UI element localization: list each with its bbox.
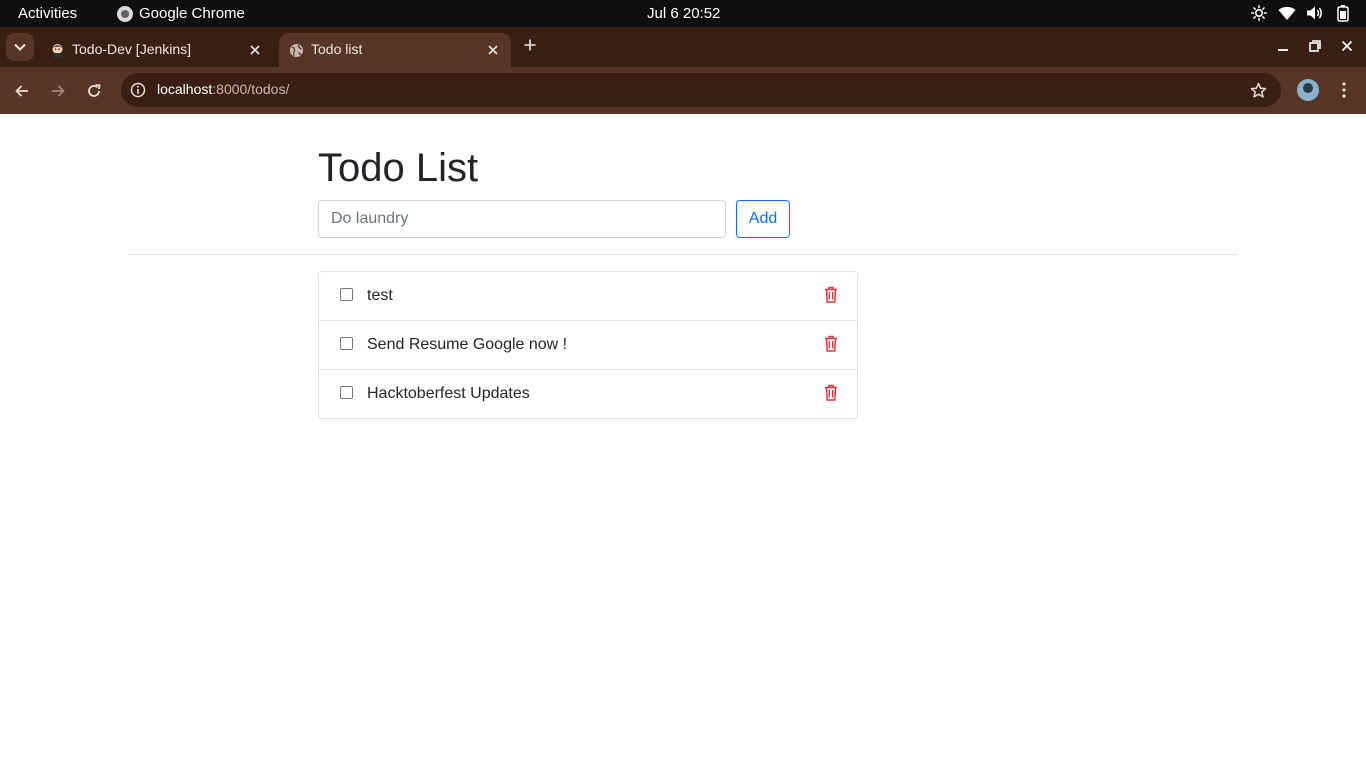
tab-strip: Todo-Dev [Jenkins] Todo list [0, 27, 1366, 67]
tab-jenkins[interactable]: Todo-Dev [Jenkins] [40, 33, 273, 67]
system-top-bar: Activities Google Chrome Jul 6 20:52 [0, 0, 1366, 27]
page-content: Todo List Add test Send Resume Google no… [0, 114, 1366, 768]
todo-checkbox[interactable] [340, 337, 353, 350]
info-icon[interactable] [128, 80, 148, 100]
jenkins-favicon [50, 43, 65, 58]
close-icon[interactable] [483, 40, 503, 60]
trash-icon[interactable] [822, 382, 840, 402]
url-host: localhost [157, 81, 213, 97]
clock[interactable]: Jul 6 20:52 [647, 5, 720, 22]
window-controls [1272, 35, 1358, 57]
list-item: Hacktoberfest Updates [319, 370, 857, 418]
forward-icon[interactable] [44, 77, 72, 105]
browser-toolbar: localhost:8000/todos/ [0, 67, 1366, 114]
close-icon[interactable] [245, 40, 265, 60]
app-menu[interactable]: Google Chrome [117, 5, 245, 22]
system-tray[interactable] [1250, 4, 1352, 22]
tab-search-button[interactable] [6, 33, 34, 61]
todo-list: test Send Resume Google now ! Hacktoberf… [318, 271, 858, 419]
reload-icon[interactable] [80, 77, 108, 105]
url-path: :8000/todos/ [212, 81, 290, 97]
todo-text: Hacktoberfest Updates [367, 385, 530, 402]
divider [128, 254, 1238, 255]
globe-favicon [289, 43, 304, 58]
volume-icon[interactable] [1306, 4, 1324, 22]
wifi-icon[interactable] [1278, 4, 1296, 22]
tab-title: Todo list [311, 41, 363, 57]
chrome-icon [117, 5, 133, 22]
todo-input[interactable] [318, 200, 726, 238]
brightness-icon[interactable] [1250, 4, 1268, 22]
app-name: Google Chrome [139, 5, 245, 22]
menu-icon[interactable] [1333, 78, 1355, 102]
plus-icon [524, 38, 536, 56]
restore-icon[interactable] [1304, 35, 1326, 57]
add-button[interactable]: Add [736, 200, 790, 238]
url-text[interactable]: localhost:8000/todos/ [157, 81, 289, 97]
trash-icon[interactable] [822, 284, 840, 304]
back-icon[interactable] [8, 77, 36, 105]
activities-button[interactable]: Activities [18, 5, 77, 22]
profile-avatar[interactable] [1297, 79, 1319, 101]
minimize-icon[interactable] [1272, 35, 1294, 57]
address-bar[interactable]: localhost:8000/todos/ [121, 73, 1281, 107]
todo-text: Send Resume Google now ! [367, 336, 568, 353]
new-tab-button[interactable] [518, 35, 542, 59]
list-item: test [319, 272, 857, 321]
todo-checkbox[interactable] [340, 288, 353, 301]
tab-title: Todo-Dev [Jenkins] [72, 41, 192, 57]
tab-todo-list[interactable]: Todo list [279, 33, 511, 67]
todo-checkbox[interactable] [340, 386, 353, 399]
list-item: Send Resume Google now ! [319, 321, 857, 370]
star-icon[interactable] [1248, 80, 1268, 100]
trash-icon[interactable] [822, 333, 840, 353]
battery-icon[interactable] [1334, 4, 1352, 22]
close-window-icon[interactable] [1336, 35, 1358, 57]
todo-text: test [367, 287, 393, 304]
page-title: Todo List [318, 146, 479, 190]
